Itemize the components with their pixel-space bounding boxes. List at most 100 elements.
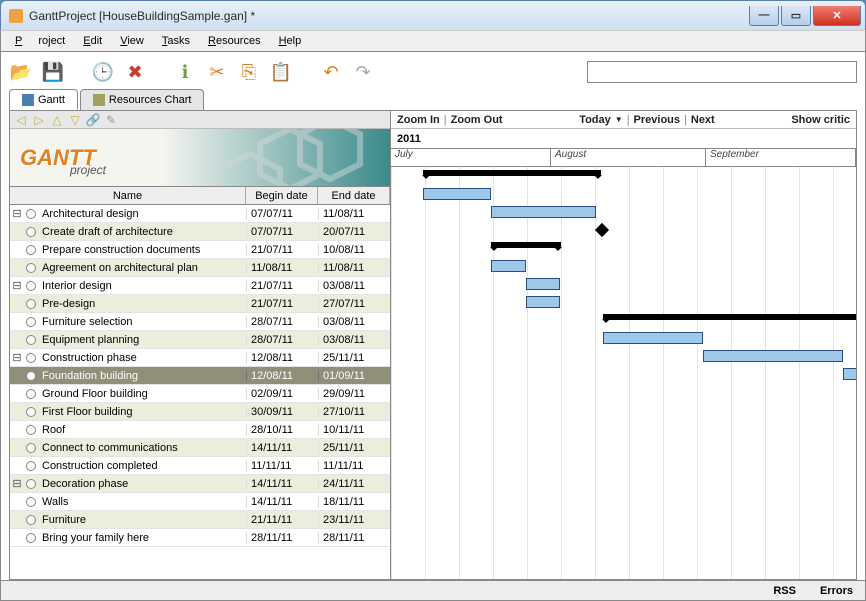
task-row[interactable]: ⊟Construction phase12/08/1125/11/11	[10, 349, 390, 367]
task-name: Construction phase	[24, 352, 246, 364]
task-end: 27/10/11	[318, 406, 390, 418]
menu-resources[interactable]: Resources	[200, 32, 269, 50]
summary-bar[interactable]	[603, 314, 856, 320]
task-bullet-icon	[26, 479, 36, 489]
status-rss[interactable]: RSS	[773, 585, 796, 597]
nav-right-icon[interactable]: ▷	[32, 113, 46, 127]
toolbar: 📂 💾 🕒 ✖ ℹ ✂ ⎘ 📋 ↶ ↷	[9, 56, 857, 88]
task-begin: 28/07/11	[246, 316, 318, 328]
unlink-icon[interactable]: ✎	[104, 113, 118, 127]
maximize-button[interactable]: ▭	[781, 6, 811, 26]
summary-bar[interactable]	[423, 170, 601, 176]
task-begin: 14/11/11	[246, 496, 318, 508]
task-row[interactable]: ⊟Decoration phase14/11/1124/11/11	[10, 475, 390, 493]
show-critical-button[interactable]: Show critic	[791, 114, 850, 126]
task-bullet-icon	[26, 353, 36, 363]
task-begin: 02/09/11	[246, 388, 318, 400]
task-bar[interactable]	[491, 206, 596, 218]
menu-view[interactable]: View	[112, 32, 152, 50]
col-end[interactable]: End date	[318, 187, 390, 204]
nav-left-icon[interactable]: ◁	[14, 113, 28, 127]
task-row[interactable]: Prepare construction documents21/07/1110…	[10, 241, 390, 259]
status-errors[interactable]: Errors	[820, 585, 853, 597]
close-button[interactable]: ✕	[813, 6, 861, 26]
task-bar[interactable]	[703, 350, 843, 362]
summary-bar[interactable]	[491, 242, 561, 248]
task-row[interactable]: Furniture selection28/07/1103/08/11	[10, 313, 390, 331]
next-button[interactable]: Next	[691, 114, 715, 126]
task-bullet-icon	[26, 335, 36, 345]
menu-help[interactable]: Help	[271, 32, 310, 50]
task-bar[interactable]	[526, 296, 560, 308]
gantt-tab-icon	[22, 94, 34, 106]
tab-resources[interactable]: Resources Chart	[80, 89, 205, 110]
task-row[interactable]: Ground Floor building02/09/1129/09/11	[10, 385, 390, 403]
link-icon[interactable]: 🔗	[86, 113, 100, 127]
tab-gantt[interactable]: Gantt	[9, 89, 78, 110]
cut-icon[interactable]: ✂	[205, 60, 229, 84]
timeline[interactable]: 2011 JulyAugustSeptember	[391, 129, 856, 579]
menu-tasks[interactable]: Tasks	[154, 32, 198, 50]
brand-banner: GANTT project	[10, 129, 390, 187]
task-rows[interactable]: ⊟Architectural design07/07/1111/08/11Cre…	[10, 205, 390, 579]
task-end: 28/11/11	[318, 532, 390, 544]
delete-icon[interactable]: ✖	[123, 60, 147, 84]
month-august: August	[551, 149, 706, 166]
task-bar[interactable]	[603, 332, 703, 344]
task-bar[interactable]	[526, 278, 560, 290]
expand-toggle[interactable]: ⊟	[10, 279, 24, 292]
task-row[interactable]: Bring your family here28/11/1128/11/11	[10, 529, 390, 547]
task-row[interactable]: Pre-design21/07/1127/07/11	[10, 295, 390, 313]
zoom-in-button[interactable]: Zoom In	[397, 114, 440, 126]
task-row[interactable]: ⊟Architectural design07/07/1111/08/11	[10, 205, 390, 223]
previous-button[interactable]: Previous	[634, 114, 680, 126]
task-row[interactable]: Furniture21/11/1123/11/11	[10, 511, 390, 529]
task-bullet-icon	[26, 533, 36, 543]
task-begin: 14/11/11	[246, 478, 318, 490]
task-row[interactable]: ⊟Interior design21/07/1103/08/11	[10, 277, 390, 295]
task-row[interactable]: Connect to communications14/11/1125/11/1…	[10, 439, 390, 457]
expand-toggle[interactable]: ⊟	[10, 351, 24, 364]
expand-toggle[interactable]: ⊟	[10, 207, 24, 220]
menu-edit[interactable]: Edit	[75, 32, 110, 50]
menu-project[interactable]: Project	[7, 32, 73, 50]
save-icon[interactable]: 💾	[41, 60, 65, 84]
redo-icon[interactable]: ↷	[351, 60, 375, 84]
search-container	[383, 61, 857, 83]
task-row[interactable]: Equipment planning28/07/1103/08/11	[10, 331, 390, 349]
task-row[interactable]: Agreement on architectural plan11/08/111…	[10, 259, 390, 277]
undo-icon[interactable]: ↶	[319, 60, 343, 84]
search-input[interactable]	[587, 61, 857, 83]
copy-icon[interactable]: ⎘	[237, 60, 261, 84]
col-begin[interactable]: Begin date	[246, 187, 318, 204]
nav-down-icon[interactable]: ▽	[68, 113, 82, 127]
info-icon[interactable]: ℹ	[173, 60, 197, 84]
task-bar[interactable]	[423, 188, 491, 200]
nav-up-icon[interactable]: △	[50, 113, 64, 127]
open-icon[interactable]: 📂	[9, 60, 33, 84]
today-button[interactable]: Today	[579, 114, 611, 126]
task-row[interactable]: Foundation building12/08/1101/09/11	[10, 367, 390, 385]
task-bar[interactable]	[843, 368, 856, 380]
task-begin: 07/07/11	[246, 208, 318, 220]
task-end: 18/11/11	[318, 496, 390, 508]
zoom-out-button[interactable]: Zoom Out	[451, 114, 503, 126]
col-name[interactable]: Name	[10, 187, 246, 204]
minimize-button[interactable]: —	[749, 6, 779, 26]
task-row[interactable]: Construction completed11/11/1111/11/11	[10, 457, 390, 475]
clock-icon[interactable]: 🕒	[91, 60, 115, 84]
expand-toggle[interactable]: ⊟	[10, 477, 24, 490]
paste-icon[interactable]: 📋	[269, 60, 293, 84]
today-dropdown-icon[interactable]: ▼	[615, 115, 623, 124]
task-row[interactable]: Create draft of architecture07/07/1120/0…	[10, 223, 390, 241]
task-row[interactable]: Walls14/11/1118/11/11	[10, 493, 390, 511]
task-name: Ground Floor building	[24, 388, 246, 400]
task-end: 03/08/11	[318, 316, 390, 328]
main-area: 📂 💾 🕒 ✖ ℹ ✂ ⎘ 📋 ↶ ↷ Gantt Resources Char…	[0, 52, 866, 581]
task-row[interactable]: Roof28/10/1110/11/11	[10, 421, 390, 439]
task-name: Equipment planning	[24, 334, 246, 346]
task-row[interactable]: First Floor building30/09/1127/10/11	[10, 403, 390, 421]
task-begin: 07/07/11	[246, 226, 318, 238]
task-bar[interactable]	[491, 260, 526, 272]
brand-subtext: project	[70, 163, 106, 177]
